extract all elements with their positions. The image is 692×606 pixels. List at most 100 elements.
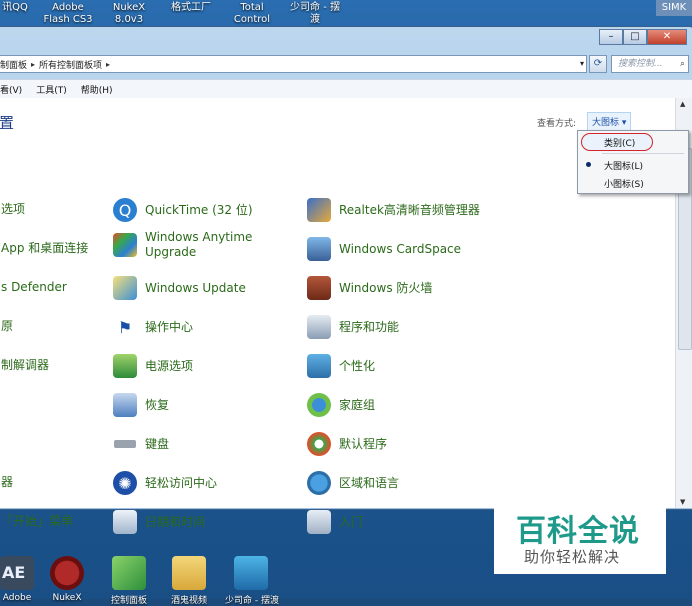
item-getting-started[interactable]: 入门 [307,510,363,534]
item-action-center[interactable]: ⚑ 操作中心 [113,315,193,339]
homegroup-icon [307,393,331,417]
control-panel-label: 控制面板 [110,596,147,606]
item-region-language[interactable]: 区域和语言 [307,471,399,495]
item-col1-0[interactable]: 选项 [1,202,25,217]
adobe-ae-icon[interactable]: AE [0,556,34,590]
watermark-subtitle: 助你轻松解决 [524,548,621,566]
nukex-label: NukeX [52,593,82,603]
region-language-icon [307,471,331,495]
item-col1-2[interactable]: s Defender [1,280,67,295]
menu-separator [602,153,684,154]
desktop-icon-shaosiming[interactable]: 少司命 - 摆渡 [286,2,344,26]
windows-update-icon [113,276,137,300]
archive-label: 少司命 - 摆渡 [225,596,279,606]
folder-icon[interactable] [172,556,206,590]
item-label: App 和桌面连接 [1,241,89,255]
search-placeholder: 搜索控制... [618,59,663,69]
minimize-button[interactable]: – [599,29,623,45]
scroll-up-icon[interactable]: ▲ [680,100,685,108]
menu-help[interactable]: 帮助(H) [81,83,113,96]
item-col1-1[interactable]: App 和桌面连接 [1,241,88,256]
view-by-dropdown[interactable]: 大图标 ▾ [587,112,632,131]
menu-view[interactable]: 查看(V) [0,83,22,96]
desktop-icon-qq[interactable]: 讯QQ [0,2,30,14]
item-label: 恢复 [145,397,170,412]
refresh-icon[interactable]: ⟳ [589,55,607,73]
item-label: 器 [1,475,14,489]
item-col1-4[interactable]: 制解调器 [1,358,49,373]
adobe-label: Adobe [2,593,32,603]
breadcrumb-all-items[interactable]: 所有控制面板项 [35,58,106,71]
item-col1-6[interactable]: 「开始」菜单 [1,514,73,529]
keyboard-icon [113,432,137,456]
item-windows-cardspace[interactable]: Windows CardSpace [307,237,461,261]
menu-option-small-icons[interactable]: 小图标(S) [604,177,644,190]
item-label: 键盘 [145,436,170,451]
item-homegroup[interactable]: 家庭组 [307,393,375,417]
power-options-icon [113,354,137,378]
item-date-time[interactable]: 日期和时间 [113,510,205,534]
desktop-icon-flash[interactable]: Adobe Flash CS3 [42,2,94,26]
ae-glyph: AE [2,563,26,582]
realtek-audio-icon [307,198,331,222]
item-label: 区域和语言 [339,475,400,490]
personalization-icon [307,354,331,378]
breadcrumb-separator-icon[interactable]: ▸ [106,60,110,69]
item-label: Windows Anytime Upgrade [145,230,253,259]
item-quicktime[interactable]: Q QuickTime (32 位) [113,198,253,222]
item-label: Windows 防火墙 [339,280,433,295]
folder-label: 酒鬼视频 [170,596,207,606]
item-label: 程序和功能 [339,319,400,334]
item-ease-of-access[interactable]: ✺ 轻松访问中心 [113,471,217,495]
item-label: 轻松访问中心 [145,475,218,490]
watermark: 百科全说 助你轻松解决 [494,504,666,574]
menu-option-category[interactable]: 类别(C) [604,136,635,149]
breadcrumb-control-panel[interactable]: 制面板 [0,58,31,71]
desktop-icon-total-control[interactable]: Total Control [232,2,272,26]
item-label: Realtek高清晰音频管理器 [339,202,480,217]
scroll-down-icon[interactable]: ▼ [680,498,685,506]
item-recovery[interactable]: 恢复 [113,393,169,417]
item-label: 家庭组 [339,397,376,412]
menu-option-large-icons[interactable]: 大图标(L) [604,159,643,172]
getting-started-icon [307,510,331,534]
control-panel-shortcut-icon[interactable] [112,556,146,590]
search-input[interactable]: 搜索控制... ⌕ [611,55,689,73]
item-windows-anytime-upgrade[interactable]: Windows Anytime Upgrade [113,230,265,260]
item-label: 操作中心 [145,319,194,334]
item-default-programs[interactable]: 默认程序 [307,432,387,456]
archive-icon[interactable] [234,556,268,590]
menu-tools[interactable]: 工具(T) [36,83,67,96]
item-windows-update[interactable]: Windows Update [113,276,246,300]
item-realtek-audio[interactable]: Realtek高清晰音频管理器 [307,198,480,222]
date-time-icon [113,510,137,534]
item-programs-features[interactable]: 程序和功能 [307,315,399,339]
ease-of-access-icon: ✺ [113,471,137,495]
maximize-button[interactable]: □ [623,29,647,45]
item-label: 原 [1,319,14,333]
view-by-label: 查看方式: [537,119,577,129]
item-keyboard[interactable]: 键盘 [113,432,169,456]
desktop-icon-format-factory[interactable]: 格式工厂 [168,2,214,14]
item-windows-firewall[interactable]: Windows 防火墙 [307,276,432,300]
control-panel-content: 置 查看方式: 大图标 ▾ 选项 App 和桌面连接 s Defender 原 … [0,98,675,534]
menu-bar: 查看(V) 工具(T) 帮助(H) [0,79,692,99]
address-dropdown-icon[interactable]: ▾ [580,59,584,68]
desktop-icon-nukex[interactable]: NukeX 8.0v3 [108,2,150,26]
windows-flag-icon [113,233,137,257]
close-button[interactable]: ✕ [647,29,687,45]
item-personalization[interactable]: 个性化 [307,354,375,378]
item-power-options[interactable]: 电源选项 [113,354,193,378]
search-icon[interactable]: ⌕ [680,56,685,72]
item-label: 入门 [339,514,364,529]
selected-bullet-icon [586,162,591,167]
nukex-icon[interactable] [50,556,84,590]
item-col1-3[interactable]: 原 [1,319,13,334]
address-bar[interactable]: 制面板 ▸ 所有控制面板项 ▸ ▾ [0,55,587,73]
view-by-menu: 类别(C) 大图标(L) 小图标(S) [577,130,689,194]
item-label: 「开始」菜单 [1,514,74,528]
item-col1-5[interactable]: 器 [1,475,13,490]
cardspace-icon [307,237,331,261]
item-label: 电源选项 [145,358,194,373]
item-label: 制解调器 [1,358,50,372]
